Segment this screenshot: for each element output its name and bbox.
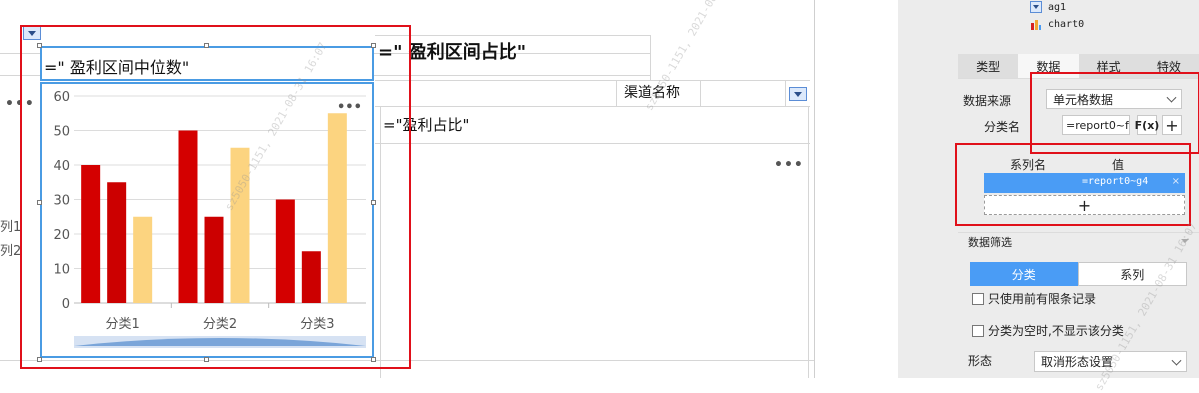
- dropdown-icon: [1030, 1, 1042, 13]
- grid-line: [616, 80, 617, 106]
- grid-line: [375, 80, 810, 81]
- bar-chart-icon: [1031, 20, 1041, 30]
- data-filter-title: 数据筛选: [968, 236, 1012, 249]
- canvas-gutter: [815, 0, 898, 378]
- tab-type[interactable]: 类型: [958, 54, 1019, 78]
- checkbox-label: 分类为空时,不显示该分类: [988, 324, 1124, 338]
- annotation-highlight-box: [955, 143, 1191, 226]
- tree-item-label: chart0: [1048, 18, 1085, 30]
- tree-item-ag1[interactable]: ag1: [1030, 1, 1066, 13]
- report-design-canvas[interactable]: =" 盈利区间占比" 渠道名称 ="盈利占比" ••• ••• 列1 列2 ="…: [0, 0, 815, 378]
- tree-item-chart0[interactable]: chart0: [1030, 18, 1084, 30]
- filter-tab-series[interactable]: 系列: [1077, 262, 1187, 286]
- annotation-highlight-box: [1030, 72, 1199, 154]
- grid-line: [785, 80, 786, 106]
- filter-tab-category[interactable]: 分类: [970, 262, 1078, 286]
- more-options-icon[interactable]: •••: [774, 157, 804, 173]
- shape-label: 形态: [968, 354, 993, 368]
- tree-item-label: ag1: [1048, 1, 1067, 13]
- checkbox-box[interactable]: [972, 292, 984, 305]
- grid-line: [650, 35, 651, 80]
- filter-mode-switch: 分类 系列: [970, 262, 1187, 286]
- hide-empty-category-checkbox[interactable]: 分类为空时,不显示该分类: [972, 322, 1124, 339]
- checkbox-label: 只使用前有限条记录: [988, 292, 1097, 306]
- grid-line: [700, 80, 701, 106]
- expand-dropdown-button[interactable]: [789, 87, 807, 101]
- legend-label-col1: 列1: [0, 220, 22, 235]
- checkbox-box[interactable]: [972, 324, 984, 337]
- shape-select[interactable]: 取消形态设置: [1034, 351, 1187, 372]
- collapse-icon[interactable]: [1180, 237, 1190, 245]
- grid-line: [375, 106, 810, 107]
- data-source-label: 数据来源: [963, 94, 1012, 108]
- shape-value: 取消形态设置: [1041, 355, 1114, 369]
- channel-name-header[interactable]: 渠道名称: [624, 82, 680, 102]
- category-name-label: 分类名: [984, 120, 1021, 134]
- grid-line: [375, 143, 810, 144]
- divider: [958, 232, 1199, 233]
- only-top-n-checkbox[interactable]: 只使用前有限条记录: [972, 290, 1096, 307]
- legend-label-col2: 列2: [0, 244, 22, 259]
- chevron-down-icon: [794, 91, 802, 97]
- grid-line: [808, 106, 809, 378]
- annotation-highlight-box: [20, 25, 411, 369]
- chevron-down-icon: [1171, 355, 1182, 366]
- grid-line: [375, 35, 650, 36]
